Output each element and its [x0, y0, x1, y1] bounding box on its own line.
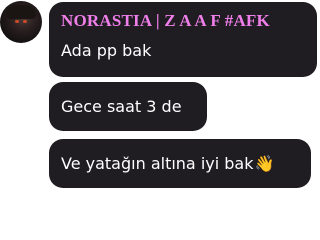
- avatar-hair: [6, 5, 36, 19]
- avatar[interactable]: [0, 1, 42, 43]
- sender-name[interactable]: NORASTIA | Z A A F #AFK: [61, 11, 305, 31]
- avatar-eye-left: [15, 20, 19, 23]
- chat-thread: NORASTIA | Z A A F #AFK Ada pp bak Gece …: [0, 0, 320, 240]
- avatar-eye-right: [23, 20, 27, 23]
- message-text: Ve yatağın altına iyi bak: [61, 153, 254, 173]
- message-bubble[interactable]: Gece saat 3 de: [49, 82, 207, 131]
- message-text: Ada pp bak: [61, 41, 152, 60]
- message-bubble[interactable]: Ve yatağın altına iyi bak 👋: [49, 139, 311, 188]
- waving-hand-icon: 👋: [254, 153, 275, 173]
- message-text: Gece saat 3 de: [61, 96, 182, 116]
- message-bubble[interactable]: NORASTIA | Z A A F #AFK Ada pp bak: [49, 2, 317, 77]
